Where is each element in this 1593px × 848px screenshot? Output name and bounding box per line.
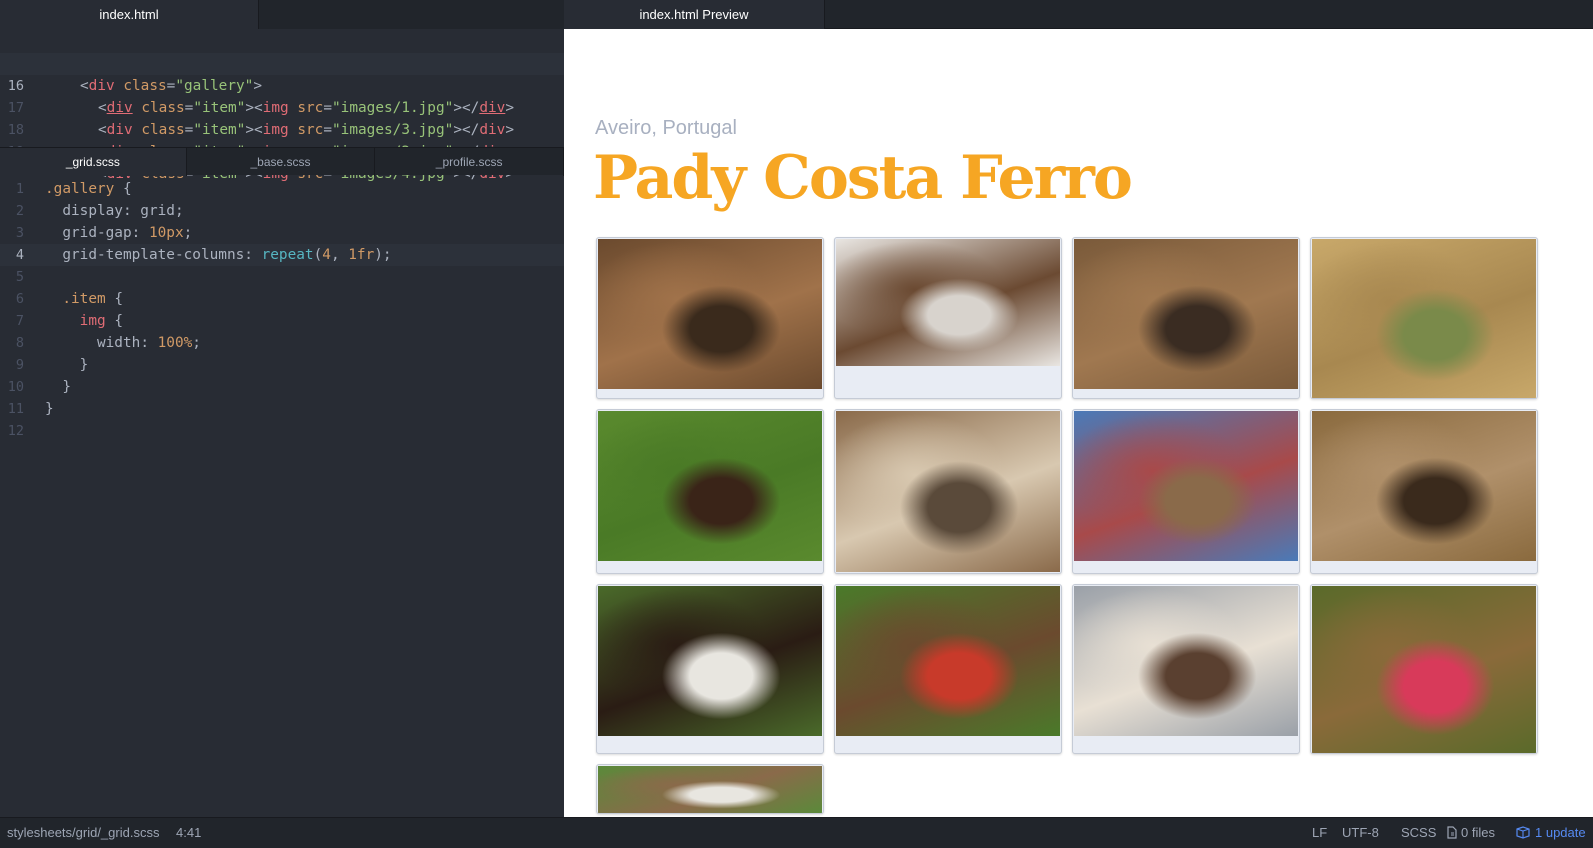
line-number: 2 bbox=[15, 203, 24, 219]
code-text: } bbox=[45, 401, 54, 417]
profile-name: Pady Costa Ferro bbox=[593, 143, 1133, 213]
dog-photo-dogs-on-couch bbox=[1074, 586, 1298, 736]
scss-code-editor[interactable]: 1 .gallery { 2 display: grid; 3 grid-gap:… bbox=[0, 178, 564, 442]
gallery-item[interactable] bbox=[596, 409, 824, 574]
code-text: img { bbox=[79, 313, 123, 329]
line-number: 12 bbox=[7, 423, 24, 439]
preview-pane: index.html Preview Aveiro, Portugal Pady… bbox=[564, 0, 1593, 817]
line-number: 7 bbox=[15, 313, 24, 329]
dog-photo-puppies-with-toy bbox=[1312, 586, 1536, 753]
code-line: 5 bbox=[0, 266, 564, 288]
tab-base-scss[interactable]: _base.scss bbox=[187, 148, 376, 176]
gallery-item[interactable] bbox=[1072, 584, 1300, 754]
gallery-item[interactable] bbox=[834, 584, 1062, 754]
code-line: 2 display: grid; bbox=[0, 200, 564, 222]
code-line-current: 4 grid-template-columns: repeat(4, 1fr); bbox=[0, 244, 564, 266]
code-line: 8 width: 100%; bbox=[0, 332, 564, 354]
line-number: 11 bbox=[7, 401, 24, 417]
dog-photo-dogs-sleeping-floor bbox=[836, 411, 1060, 572]
code-line: 10 } bbox=[0, 376, 564, 398]
dog-photo-puppy-lying bbox=[1312, 411, 1536, 561]
code-line: 1 .gallery { bbox=[0, 178, 564, 200]
code-text: .gallery { bbox=[45, 181, 132, 197]
code-line: 11} bbox=[0, 398, 564, 420]
code-line: 17 <div class="item"><img src="images/3.… bbox=[0, 75, 564, 138]
editor-pane: index.html 15 <div class="gallery"> 16 <… bbox=[0, 0, 564, 817]
code-text: display: grid; bbox=[62, 203, 184, 219]
file-icon bbox=[1447, 826, 1457, 839]
gallery-item[interactable] bbox=[834, 409, 1062, 574]
html-code-editor[interactable]: 15 <div class="gallery"> 16 <div class="… bbox=[0, 31, 564, 182]
code-line: 12 bbox=[0, 420, 564, 442]
photo-gallery bbox=[596, 237, 1538, 814]
package-icon bbox=[1516, 826, 1530, 839]
editor-top-tabbar: index.html bbox=[0, 0, 564, 29]
code-line: 3 grid-gap: 10px; bbox=[0, 222, 564, 244]
code-line: 18 <div class="item"><img src="images/2.… bbox=[0, 97, 564, 160]
code-line: 9 } bbox=[0, 354, 564, 376]
gallery-item[interactable] bbox=[1310, 237, 1538, 399]
tab-index-html[interactable]: index.html bbox=[0, 0, 259, 29]
line-number: 3 bbox=[15, 225, 24, 241]
dog-photo-dog-on-grass bbox=[598, 411, 822, 561]
line-number: 9 bbox=[15, 357, 24, 373]
line-number: 1 bbox=[15, 181, 24, 197]
tab-preview[interactable]: index.html Preview bbox=[564, 0, 825, 29]
dog-photo-dogs-cuddling bbox=[598, 239, 822, 389]
code-text: width: 100%; bbox=[96, 335, 201, 351]
cursor-position[interactable]: 4:41 bbox=[176, 818, 201, 848]
code-text: grid-gap: 10px; bbox=[62, 225, 193, 241]
gallery-item[interactable] bbox=[596, 237, 824, 399]
line-number: 5 bbox=[15, 269, 24, 285]
code-line: 15 <div class="gallery"> bbox=[0, 31, 564, 94]
line-number: 8 bbox=[15, 335, 24, 351]
gallery-item[interactable] bbox=[1310, 409, 1538, 574]
gallery-item[interactable] bbox=[1310, 584, 1538, 754]
line-number: 10 bbox=[7, 379, 24, 395]
line-ending[interactable]: LF bbox=[1312, 818, 1327, 848]
gallery-item[interactable] bbox=[596, 764, 824, 814]
dog-photo-puppy-in-field bbox=[1312, 239, 1536, 398]
preview-tabbar: index.html Preview bbox=[564, 0, 1593, 29]
code-line: 6 .item { bbox=[0, 288, 564, 310]
status-bar: stylesheets/grid/_grid.scss 4:41 LF UTF-… bbox=[0, 817, 1593, 847]
gallery-item[interactable] bbox=[834, 237, 1062, 399]
code-text: grid-template-columns: repeat(4, 1fr); bbox=[62, 247, 392, 263]
file-path[interactable]: stylesheets/grid/_grid.scss bbox=[7, 818, 159, 848]
line-number: 4 bbox=[15, 247, 24, 263]
code-line: 19 <div class="item"><img src="images/4.… bbox=[0, 119, 564, 182]
git-files-status[interactable]: 0 files bbox=[1447, 818, 1495, 848]
tab-profile-scss[interactable]: _profile.scss bbox=[375, 148, 564, 176]
dog-photo-dog-on-leash bbox=[1074, 411, 1298, 561]
gallery-item[interactable] bbox=[1072, 237, 1300, 399]
dog-photo-puppy-on-bed bbox=[836, 239, 1060, 366]
code-text: } bbox=[45, 357, 89, 373]
code-text: .item { bbox=[62, 291, 123, 307]
profile-location: Aveiro, Portugal bbox=[595, 117, 737, 139]
dog-photo-boxer-face bbox=[1074, 239, 1298, 389]
update-notification[interactable]: 1 update bbox=[1516, 818, 1586, 848]
dog-photo-boxer-profile bbox=[598, 586, 822, 736]
grammar-selector[interactable]: SCSS bbox=[1401, 818, 1436, 848]
code-text: } bbox=[45, 379, 71, 395]
dog-photo-dog-partial bbox=[598, 766, 822, 813]
code-line: 7 img { bbox=[0, 310, 564, 332]
editor-bottom-tabbar: _grid.scss _base.scss _profile.scss bbox=[0, 147, 564, 176]
gallery-item[interactable] bbox=[596, 584, 824, 754]
tab-grid-scss[interactable]: _grid.scss bbox=[0, 148, 187, 176]
file-encoding[interactable]: UTF-8 bbox=[1342, 818, 1379, 848]
line-number: 6 bbox=[15, 291, 24, 307]
code-line-current: 16 <div class="item"><img src="images/1.… bbox=[0, 53, 564, 116]
gallery-item[interactable] bbox=[1072, 409, 1300, 574]
dog-photo-puppy-chewing bbox=[836, 586, 1060, 736]
